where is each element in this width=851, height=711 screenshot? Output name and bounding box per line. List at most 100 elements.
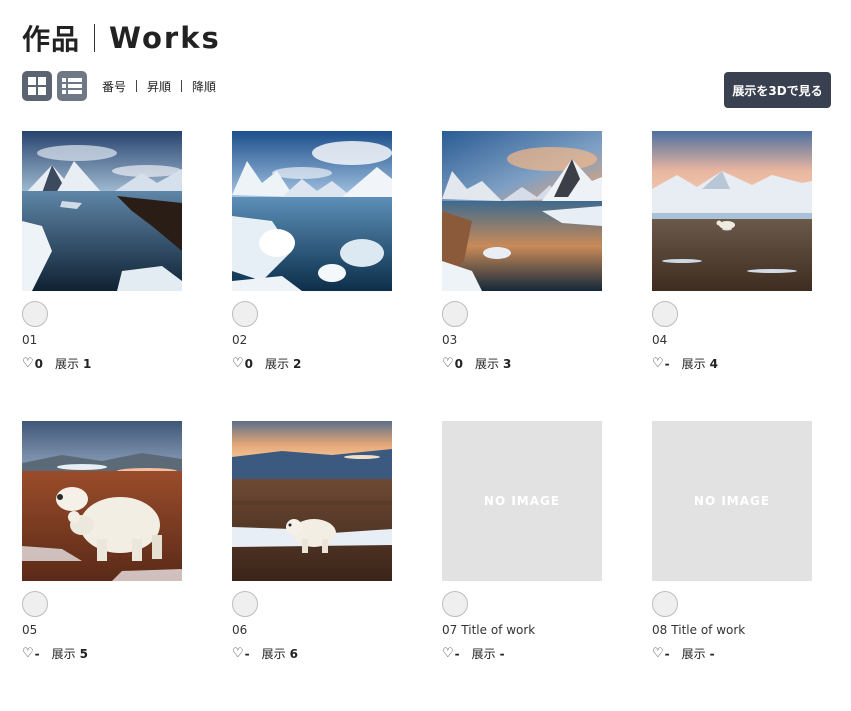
work-card: 04 ♡ - 展示 4 <box>652 131 812 421</box>
work-thumbnail[interactable] <box>22 131 182 291</box>
work-thumbnail[interactable] <box>652 131 812 291</box>
exhibit-number: 4 <box>709 356 719 371</box>
like-count: - <box>454 646 460 661</box>
works-grid: 01 ♡ 0 展示 1 02 ♡ 0 展示 2 03 ♡ 0 展示 3 04 ♡… <box>22 131 812 711</box>
work-number: 04 <box>652 333 668 347</box>
exhibit-number: - <box>709 646 715 661</box>
work-meta: ♡ - 展示 5 <box>22 645 88 662</box>
polar-bear-mother-cub-image <box>22 421 182 581</box>
work-meta: ♡ - 展示 - <box>652 645 715 662</box>
work-label[interactable]: 05 <box>22 623 41 637</box>
work-number: 05 <box>22 623 38 637</box>
author-avatar[interactable] <box>652 301 678 327</box>
work-meta: ♡ - 展示 - <box>442 645 505 662</box>
sort-by-number[interactable]: 番号 <box>102 78 136 95</box>
work-label[interactable]: 04 <box>652 333 671 347</box>
view-toolbar: 番号 昇順 降順 <box>22 71 226 101</box>
exhibit-number: 6 <box>289 646 299 661</box>
work-meta: ♡ 0 展示 1 <box>22 355 91 372</box>
sort-options: 番号 昇順 降順 <box>102 78 226 95</box>
like-count: 0 <box>34 356 44 371</box>
exhibit-label: 展示 <box>51 647 76 661</box>
author-avatar[interactable] <box>232 301 258 327</box>
author-avatar[interactable] <box>442 591 468 617</box>
title-divider <box>94 24 96 52</box>
work-title: Title of work <box>671 623 746 637</box>
grid-icon <box>28 77 46 95</box>
work-label[interactable]: 06 <box>232 623 251 637</box>
page-title-en: Works <box>109 21 221 55</box>
exhibit-label: 展示 <box>475 357 500 371</box>
no-image-placeholder[interactable]: NO IMAGE <box>442 421 602 581</box>
author-avatar[interactable] <box>652 591 678 617</box>
work-card: NO IMAGE 08 Title of work ♡ - 展示 - <box>652 421 812 711</box>
author-avatar[interactable] <box>22 591 48 617</box>
work-meta: ♡ 0 展示 3 <box>442 355 511 372</box>
exhibit-number: - <box>499 646 505 661</box>
author-avatar[interactable] <box>22 301 48 327</box>
work-label[interactable]: 03 <box>442 333 461 347</box>
work-card: 01 ♡ 0 展示 1 <box>22 131 182 421</box>
like-count: - <box>664 356 670 371</box>
work-thumbnail[interactable] <box>22 421 182 581</box>
work-card: 05 ♡ - 展示 5 <box>22 421 182 711</box>
exhibit-label: 展示 <box>261 647 286 661</box>
ice-floes-mountains-image <box>232 131 392 291</box>
exhibit-label: 展示 <box>681 357 706 371</box>
exhibit-number: 2 <box>293 356 302 371</box>
exhibit-number: 5 <box>79 646 89 661</box>
like-count: - <box>34 646 40 661</box>
page-title-jp: 作品 <box>22 23 81 56</box>
work-meta: ♡ - 展示 6 <box>232 645 298 662</box>
sunset-lake-mountains-image <box>442 131 602 291</box>
heart-outline-icon[interactable]: ♡ <box>22 356 34 371</box>
exhibit-label: 展示 <box>681 647 706 661</box>
like-count: 0 <box>454 356 464 371</box>
exhibit-label: 展示 <box>55 357 80 371</box>
polar-bear-dusk-image <box>232 421 392 581</box>
work-thumbnail[interactable] <box>442 131 602 291</box>
heart-outline-icon[interactable]: ♡ <box>232 646 244 661</box>
work-title: Title of work <box>461 623 536 637</box>
work-thumbnail[interactable] <box>232 421 392 581</box>
heart-outline-icon[interactable]: ♡ <box>442 646 454 661</box>
heart-outline-icon[interactable]: ♡ <box>442 356 454 371</box>
work-card: 03 ♡ 0 展示 3 <box>442 131 602 421</box>
work-number: 07 <box>442 623 458 637</box>
author-avatar[interactable] <box>232 591 258 617</box>
work-card: NO IMAGE 07 Title of work ♡ - 展示 - <box>442 421 602 711</box>
heart-outline-icon[interactable]: ♡ <box>22 646 34 661</box>
work-card: 06 ♡ - 展示 6 <box>232 421 392 711</box>
heart-outline-icon[interactable]: ♡ <box>652 646 664 661</box>
work-number: 03 <box>442 333 458 347</box>
list-icon <box>62 78 82 94</box>
sort-descending[interactable]: 降順 <box>182 78 226 95</box>
work-number: 01 <box>22 333 38 347</box>
sort-ascending[interactable]: 昇順 <box>137 78 181 95</box>
polar-bear-tundra-image <box>652 131 812 291</box>
work-label[interactable]: 07 Title of work <box>442 623 535 637</box>
exhibit-label: 展示 <box>471 647 496 661</box>
author-avatar[interactable] <box>442 301 468 327</box>
heart-outline-icon[interactable]: ♡ <box>652 356 664 371</box>
work-meta: ♡ - 展示 4 <box>652 355 718 372</box>
icy-lake-mountains-image <box>22 131 182 291</box>
work-card: 02 ♡ 0 展示 2 <box>232 131 392 421</box>
work-number: 06 <box>232 623 248 637</box>
like-count: 0 <box>244 356 254 371</box>
exhibit-number: 3 <box>503 356 512 371</box>
exhibit-number: 1 <box>83 356 92 371</box>
exhibit-label: 展示 <box>265 357 290 371</box>
work-label[interactable]: 08 Title of work <box>652 623 745 637</box>
work-label[interactable]: 02 <box>232 333 251 347</box>
work-thumbnail[interactable] <box>232 131 392 291</box>
work-label[interactable]: 01 <box>22 333 41 347</box>
view-3d-button[interactable]: 展示を3Dで見る <box>724 72 831 108</box>
grid-view-button[interactable] <box>22 71 52 101</box>
page-header: 作品 Works <box>22 20 221 56</box>
work-meta: ♡ 0 展示 2 <box>232 355 301 372</box>
heart-outline-icon[interactable]: ♡ <box>232 356 244 371</box>
list-view-button[interactable] <box>57 71 87 101</box>
no-image-placeholder[interactable]: NO IMAGE <box>652 421 812 581</box>
work-number: 08 <box>652 623 668 637</box>
